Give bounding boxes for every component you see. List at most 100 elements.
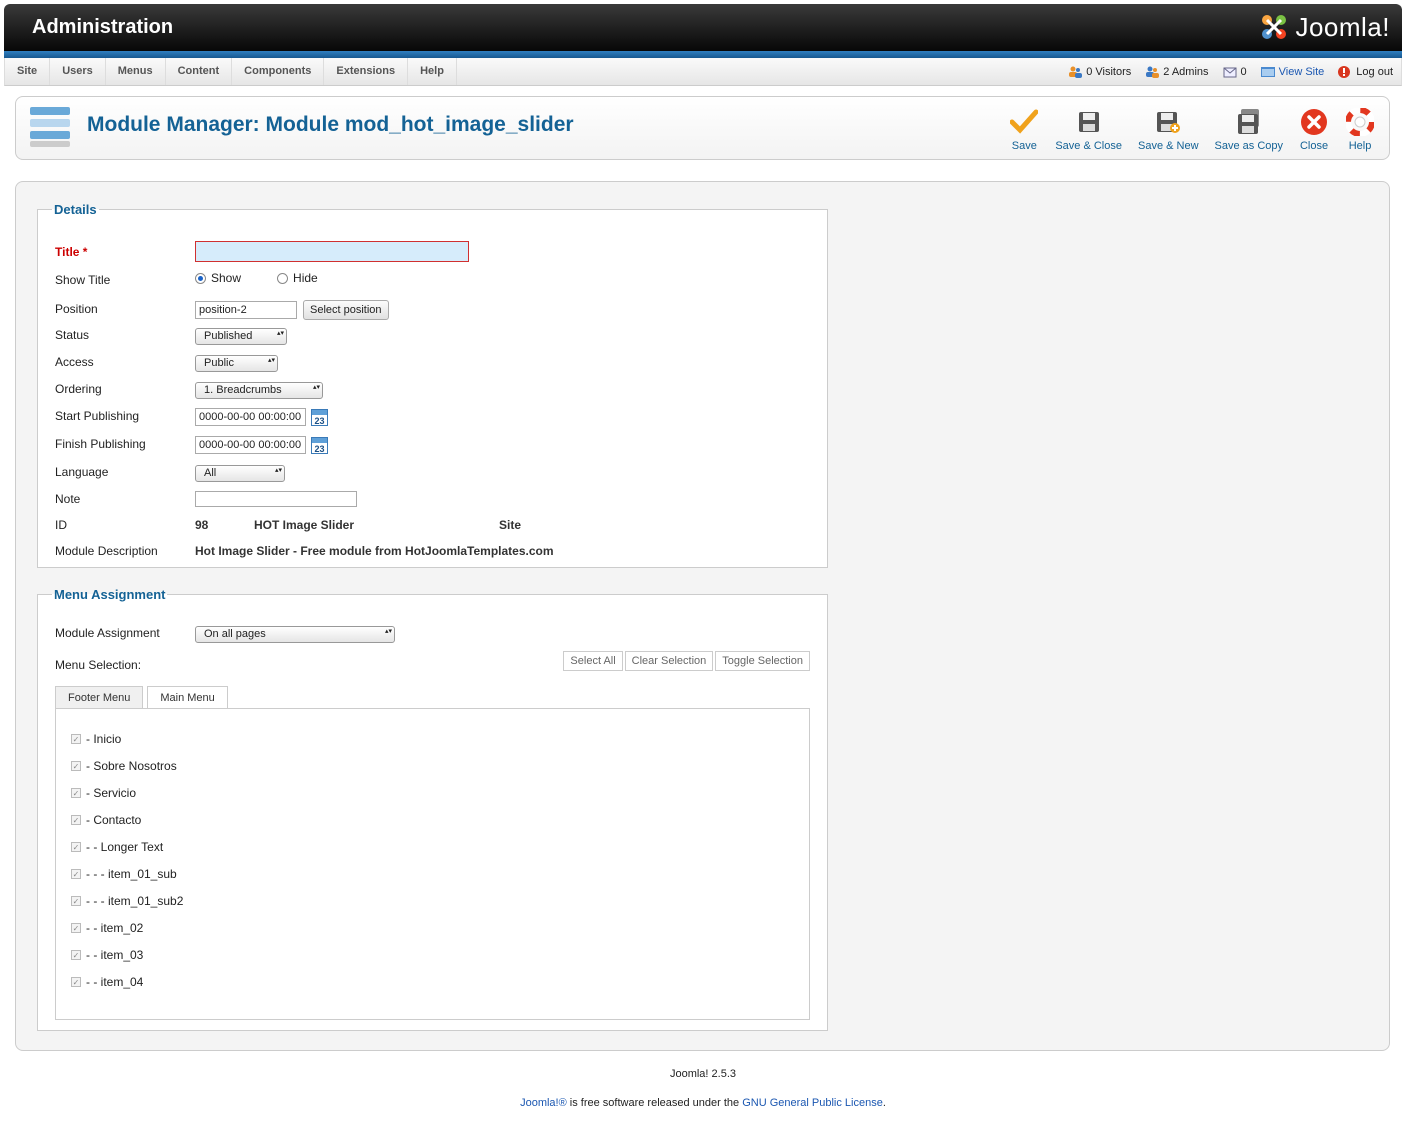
language-select[interactable]: All xyxy=(195,465,285,482)
hide-label: Hide xyxy=(293,271,318,285)
help-label: Help xyxy=(1348,140,1372,152)
license-text: is free software released under the xyxy=(566,1097,743,1109)
access-select[interactable]: Public xyxy=(195,355,278,372)
menu-site[interactable]: Site xyxy=(5,58,51,85)
save-new-label: Save & New xyxy=(1137,140,1199,152)
hide-radio[interactable] xyxy=(277,272,289,284)
menu-item[interactable]: ✓ - - - item_01_sub xyxy=(71,867,177,881)
admins-count: 2 Admins xyxy=(1163,66,1209,78)
menu-item[interactable]: ✓ - - - item_01_sub2 xyxy=(71,894,183,908)
finish-publishing-input[interactable]: 0000-00-00 00:00:00 xyxy=(195,436,306,454)
start-publishing-label: Start Publishing xyxy=(55,409,140,423)
admin-header: Administration Joomla! xyxy=(4,4,1402,58)
toolbar: Save Save & Close Save & New Save as Cop… xyxy=(1001,107,1383,152)
menu-users[interactable]: Users xyxy=(50,58,106,85)
note-input[interactable] xyxy=(195,491,357,507)
clear-selection-button[interactable]: Clear Selection xyxy=(624,651,714,671)
details-fieldset: Details Title * Show Title Show Hide Pos… xyxy=(37,202,828,568)
status-label: Status xyxy=(55,328,90,342)
view-site-link[interactable]: View Site xyxy=(1260,66,1325,78)
checkbox-icon[interactable]: ✓ xyxy=(71,950,81,960)
footer-license: Joomla!® is free software released under… xyxy=(520,1097,886,1109)
checkbox-icon[interactable]: ✓ xyxy=(71,788,81,798)
checkbox-icon[interactable]: ✓ xyxy=(71,896,81,906)
toggle-selection-button[interactable]: Toggle Selection xyxy=(715,651,810,671)
logout-text[interactable]: Log out xyxy=(1356,66,1393,78)
menu-content[interactable]: Content xyxy=(166,58,233,85)
view-site-icon xyxy=(1260,67,1275,77)
position-label: Position xyxy=(55,302,98,316)
note-label: Note xyxy=(55,492,81,506)
id-value: 98 xyxy=(195,518,209,532)
menu-help[interactable]: Help xyxy=(408,58,457,85)
checkbox-icon[interactable]: ✓ xyxy=(71,869,81,879)
checkbox-icon[interactable]: ✓ xyxy=(71,842,81,852)
checkbox-icon[interactable]: ✓ xyxy=(71,761,81,771)
module-assignment-label: Module Assignment xyxy=(55,626,160,640)
tab-footer-menu[interactable]: Footer Menu xyxy=(55,686,144,708)
tab-main-menu[interactable]: Main Menu xyxy=(147,686,228,709)
menu-item[interactable]: ✓ - Sobre Nosotros xyxy=(71,759,177,773)
select-position-button[interactable]: Select position xyxy=(303,300,389,320)
logout-icon xyxy=(1338,66,1351,78)
menu-menus[interactable]: Menus xyxy=(106,58,166,85)
ordering-label: Ordering xyxy=(55,382,102,396)
module-manager-icon xyxy=(30,107,70,147)
view-site-text[interactable]: View Site xyxy=(1279,66,1325,78)
gnu-license-link[interactable]: GNU General Public License xyxy=(742,1097,883,1109)
menu-item[interactable]: ✓ - Inicio xyxy=(71,732,121,746)
save-new-button[interactable]: Save & New xyxy=(1130,107,1207,152)
menu-extensions[interactable]: Extensions xyxy=(324,58,409,85)
save-copy-label: Save as Copy xyxy=(1214,140,1283,152)
checkbox-icon[interactable]: ✓ xyxy=(71,815,81,825)
module-assignment-select[interactable]: On all pages xyxy=(195,626,395,643)
client-value: Site xyxy=(499,518,522,532)
show-title-radios: Show Hide xyxy=(195,271,318,285)
save-close-button[interactable]: Save & Close xyxy=(1047,107,1130,152)
header-blue-bar xyxy=(4,51,1402,58)
messages-status[interactable]: 0 xyxy=(1223,66,1247,78)
save-button[interactable]: Save xyxy=(1001,107,1047,152)
save-copy-button[interactable]: Save as Copy xyxy=(1207,107,1291,152)
close-icon xyxy=(1301,109,1327,135)
selection-buttons: Select All Clear Selection Toggle Select… xyxy=(561,651,810,671)
finish-publishing-label: Finish Publishing xyxy=(55,437,146,451)
ordering-select[interactable]: 1. Breadcrumbs xyxy=(195,382,323,399)
position-input[interactable]: position-2 xyxy=(195,301,297,319)
title-input[interactable] xyxy=(195,241,469,262)
show-label: Show xyxy=(211,271,242,285)
menu-components[interactable]: Components xyxy=(232,58,325,85)
menu-item[interactable]: ✓ - - item_03 xyxy=(71,948,143,962)
close-button[interactable]: Close xyxy=(1291,107,1337,152)
joomla-link[interactable]: Joomla!® xyxy=(520,1097,567,1109)
menu-item[interactable]: ✓ - Servicio xyxy=(71,786,136,800)
menu-item[interactable]: ✓ - - item_02 xyxy=(71,921,143,935)
checkbox-icon[interactable]: ✓ xyxy=(71,734,81,744)
help-button[interactable]: Help xyxy=(1337,107,1383,152)
menu-item[interactable]: ✓ - - Longer Text xyxy=(71,840,163,854)
page-title: Module Manager: Module mod_hot_image_sli… xyxy=(87,113,574,136)
admin-title: Administration xyxy=(32,16,174,38)
calendar-icon[interactable]: 23 xyxy=(311,408,328,426)
module-name: HOT Image Slider xyxy=(254,518,355,532)
visitors-icon xyxy=(1069,66,1083,78)
admins-icon xyxy=(1146,66,1160,78)
status-select[interactable]: Published xyxy=(195,328,287,345)
floppy-disk-copy-icon xyxy=(1237,109,1259,134)
checkbox-icon[interactable]: ✓ xyxy=(71,977,81,987)
start-publishing-input[interactable]: 0000-00-00 00:00:00 xyxy=(195,408,306,426)
menu-item[interactable]: ✓ - Contacto xyxy=(71,813,141,827)
language-label: Language xyxy=(55,465,109,479)
checkbox-icon[interactable]: ✓ xyxy=(71,923,81,933)
module-description-value: Hot Image Slider - Free module from HotJ… xyxy=(195,544,554,558)
main-menu-bar: Site Users Menus Content Components Exte… xyxy=(4,58,1402,86)
toolbar-box: Module Manager: Module mod_hot_image_sli… xyxy=(15,96,1390,160)
show-title-label: Show Title xyxy=(55,273,111,287)
messages-icon xyxy=(1223,67,1237,78)
select-all-button[interactable]: Select All xyxy=(563,651,623,671)
show-radio[interactable] xyxy=(195,272,206,284)
logout-link[interactable]: Log out xyxy=(1338,66,1393,78)
calendar-icon[interactable]: 23 xyxy=(311,436,328,454)
floppy-disk-icon xyxy=(1078,112,1099,132)
menu-item[interactable]: ✓ - - item_04 xyxy=(71,975,143,989)
